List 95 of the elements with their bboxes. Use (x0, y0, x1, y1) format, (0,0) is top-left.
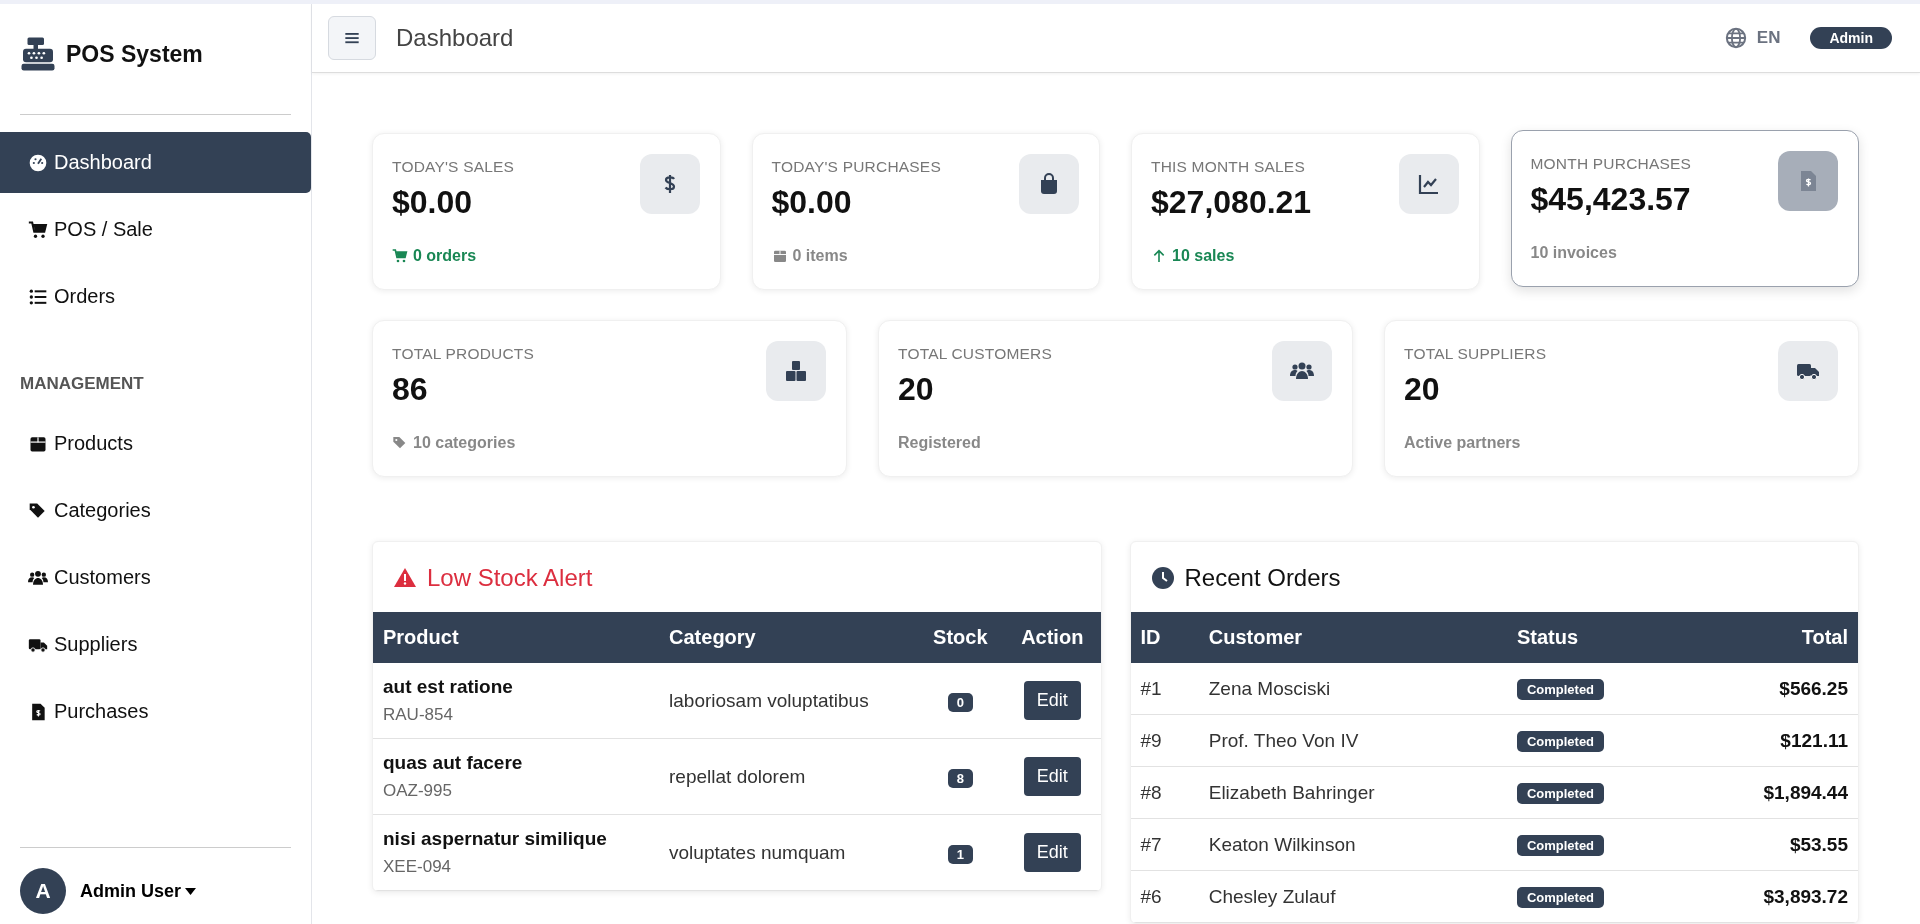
boxes-icon (784, 359, 808, 383)
column-header: Category (659, 612, 917, 663)
stat-value: $0.00 (771, 184, 853, 221)
stock-badge: 0 (947, 692, 973, 712)
language-code[interactable]: EN (1756, 28, 1781, 48)
panel-title: Recent Orders (1184, 564, 1341, 592)
nav-item[interactable]: POS / Sale (0, 199, 311, 260)
stat-value: 20 (898, 371, 935, 408)
edit-button[interactable]: Edit (1023, 681, 1081, 720)
nav-item[interactable]: Products (0, 413, 311, 474)
table-cell: $1,894.44 (1684, 766, 1858, 819)
app-title: POS System (66, 40, 203, 68)
status-badge: Completed (1516, 783, 1605, 804)
section-heading: MANAGEMENT (19, 373, 145, 395)
nav-item[interactable]: Categories (0, 480, 311, 541)
table-cell: Zena Mosciski (1198, 663, 1507, 715)
table-cell: #8 (1130, 766, 1199, 819)
product-name: nisi aspernatur similique (383, 828, 608, 850)
table-cell: $3,893.72 (1684, 870, 1858, 923)
table-cell: Keaton Wilkinson (1198, 818, 1507, 871)
arrow-up-icon (1151, 248, 1167, 264)
table-cell: #9 (1130, 714, 1199, 767)
caret-icon (185, 887, 197, 895)
stat-label: MONTH PURCHASES (1530, 155, 1692, 173)
stat-note: 10 categories (413, 434, 516, 452)
table-cell: #7 (1130, 818, 1199, 871)
table-cell: $566.25 (1684, 663, 1858, 715)
column-header: Stock (916, 612, 1004, 663)
stat-label: THIS MONTH SALES (1151, 158, 1306, 176)
clock-icon (1150, 566, 1175, 590)
edit-button[interactable]: Edit (1023, 757, 1081, 796)
column-header: Product (373, 612, 660, 663)
table-cell: $121.11 (1684, 714, 1858, 767)
stat-note: 0 items (792, 247, 848, 265)
cash-register-icon (20, 36, 56, 72)
product-sku: XEE-094 (383, 857, 453, 877)
stat-label: TOTAL PRODUCTS (392, 345, 535, 363)
nav-item[interactable]: Orders (0, 266, 311, 327)
column-header: Status (1506, 612, 1685, 663)
panel-title: Low Stock Alert (427, 564, 593, 592)
stat-label: TOTAL CUSTOMERS (898, 345, 1052, 363)
column-header: ID (1130, 612, 1199, 663)
stat-label: TODAY'S PURCHASES (771, 158, 941, 176)
stock-badge: 1 (947, 844, 973, 864)
stat-note: Registered (898, 434, 981, 452)
column-header: Total (1684, 612, 1858, 663)
page-title: Dashboard (396, 24, 514, 52)
status-badge: Completed (1516, 887, 1605, 908)
table-cell: laboriosam voluptatibus (659, 663, 917, 739)
cart-icon (392, 248, 408, 264)
column-header: Action (1004, 612, 1101, 663)
nav-item[interactable]: Suppliers (0, 614, 311, 675)
table-cell: Chesley Zulauf (1198, 870, 1507, 923)
product-name: aut est ratione (383, 676, 514, 698)
table-cell: #1 (1130, 663, 1199, 715)
table-cell: repellat dolorem (659, 738, 917, 815)
user-menu-button[interactable]: Admin User (80, 880, 197, 902)
stat-value: $45,423.57 (1530, 181, 1692, 218)
role-badge: Admin (1810, 27, 1892, 49)
product-sku: RAU-854 (383, 705, 454, 725)
tag-icon (392, 435, 408, 451)
menu-button[interactable] (328, 16, 376, 60)
gauge-icon (28, 152, 48, 173)
stat-note: 10 invoices (1530, 244, 1617, 262)
avatar: A (20, 868, 66, 914)
stat-value: $0.00 (392, 184, 474, 221)
table-cell: #6 (1130, 870, 1199, 923)
nav-item[interactable]: Customers (0, 547, 311, 608)
table-cell: $53.55 (1684, 818, 1858, 871)
stat-value: 86 (392, 371, 429, 408)
stat-value: 20 (1404, 371, 1441, 408)
stat-note: 0 orders (413, 247, 477, 265)
table-cell: Elizabeth Bahringer (1198, 766, 1507, 819)
globe-icon (1724, 27, 1747, 49)
warning-icon (393, 566, 417, 590)
edit-button[interactable]: Edit (1023, 833, 1081, 872)
nav-item[interactable]: Dashboard (0, 132, 311, 193)
product-name: quas aut facere (383, 752, 524, 774)
stat-label: TODAY'S SALES (392, 158, 515, 176)
stat-value: $27,080.21 (1151, 184, 1312, 221)
status-badge: Completed (1516, 679, 1605, 700)
stat-note: Active partners (1404, 434, 1521, 452)
column-header: Customer (1198, 612, 1507, 663)
table-cell: Prof. Theo Von IV (1198, 714, 1507, 767)
stock-badge: 8 (947, 768, 973, 788)
status-badge: Completed (1516, 835, 1605, 856)
table-cell: voluptates numquam (659, 814, 917, 891)
box-icon (771, 248, 788, 264)
chart-icon (1416, 172, 1441, 196)
nav-item[interactable]: Purchases (0, 681, 311, 742)
product-sku: OAZ-995 (383, 781, 453, 801)
stat-label: TOTAL SUPPLIERS (1404, 345, 1547, 363)
status-badge: Completed (1516, 731, 1605, 752)
cart-icon (28, 219, 48, 240)
stat-note: 10 sales (1172, 247, 1235, 265)
